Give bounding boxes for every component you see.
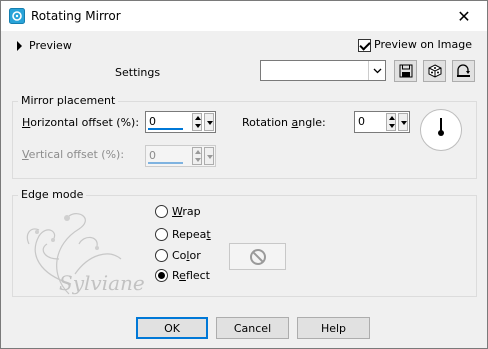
app-icon [9,8,25,24]
disabled-circle-icon [249,248,266,265]
rotation-angle-label: Rotation angle: [242,116,326,129]
mirror-placement-title: Mirror placement [18,94,119,107]
settings-label: Settings [115,66,161,79]
close-icon: ✕ [457,6,471,26]
edge-wrap-label[interactable]: Wrap [172,205,201,218]
save-preset-button[interactable] [394,60,417,82]
horizontal-offset-value[interactable]: 0 [149,115,156,128]
window-title: Rotating Mirror [31,9,121,23]
reset-button[interactable] [452,60,475,82]
sylviane-watermark-graphic: Sylviane [26,213,145,295]
reset-icon [457,64,470,77]
rotation-angle-value[interactable]: 0 [358,115,365,128]
edge-wrap-radio[interactable] [155,205,168,218]
title-bar: Rotating Mirror ✕ [1,1,487,31]
ok-button[interactable]: OK [136,317,208,339]
help-button[interactable]: Help [297,317,370,339]
ok-button-label: OK [164,321,180,335]
horizontal-offset-slider[interactable] [148,128,183,130]
vertical-offset-value[interactable]: 0 [149,149,156,162]
rotation-angle-spinner[interactable]: 0 [354,111,410,133]
edge-repeat-radio[interactable] [155,228,168,241]
rotation-angle-updown[interactable] [386,113,396,131]
cancel-button[interactable]: Cancel [216,317,289,339]
expand-triangle-icon[interactable] [17,41,22,51]
horizontal-offset-dropdown[interactable] [204,113,214,131]
preview-on-image-label[interactable]: Preview on Image [374,38,472,51]
settings-dropdown[interactable] [260,60,386,81]
svg-text:Sylviane: Sylviane [59,271,145,295]
edge-color-radio[interactable] [155,249,168,262]
horizontal-offset-label: Horizontal offset (%): [22,116,140,129]
rotation-angle-dropdown[interactable] [398,113,408,131]
preview-row: Preview Preview on Image [1,37,487,57]
edge-color-label[interactable]: Color [172,249,201,262]
vertical-offset-slider[interactable] [148,162,183,164]
preview-toggle-label[interactable]: Preview [29,39,72,52]
edge-reflect-label[interactable]: Reflect [172,269,210,282]
cancel-button-label: Cancel [233,321,272,335]
dice-icon [428,64,441,78]
preview-on-image-checkbox[interactable] [358,39,371,52]
edge-reflect-radio[interactable] [155,269,168,282]
vertical-offset-spinner[interactable]: 0 [145,145,216,167]
chevron-down-icon[interactable] [368,61,385,80]
edge-repeat-label[interactable]: Repeat [172,228,211,241]
dial-hub-icon [438,130,444,136]
vertical-offset-updown[interactable] [192,147,202,165]
help-button-label: Help [320,321,347,335]
close-button[interactable]: ✕ [441,1,487,31]
vertical-offset-dropdown[interactable] [204,147,214,165]
dialog-window: Rotating Mirror ✕ Preview Preview on Ima… [0,0,488,349]
randomize-button[interactable] [423,60,446,82]
edge-color-swatch[interactable] [229,243,286,270]
edge-mode-title: Edge mode [18,188,87,201]
vertical-offset-label: Vertical offset (%): [22,148,125,161]
save-icon [399,64,412,78]
horizontal-offset-spinner[interactable]: 0 [145,111,216,133]
horizontal-offset-updown[interactable] [192,113,202,131]
rotation-angle-dial[interactable] [420,109,462,151]
